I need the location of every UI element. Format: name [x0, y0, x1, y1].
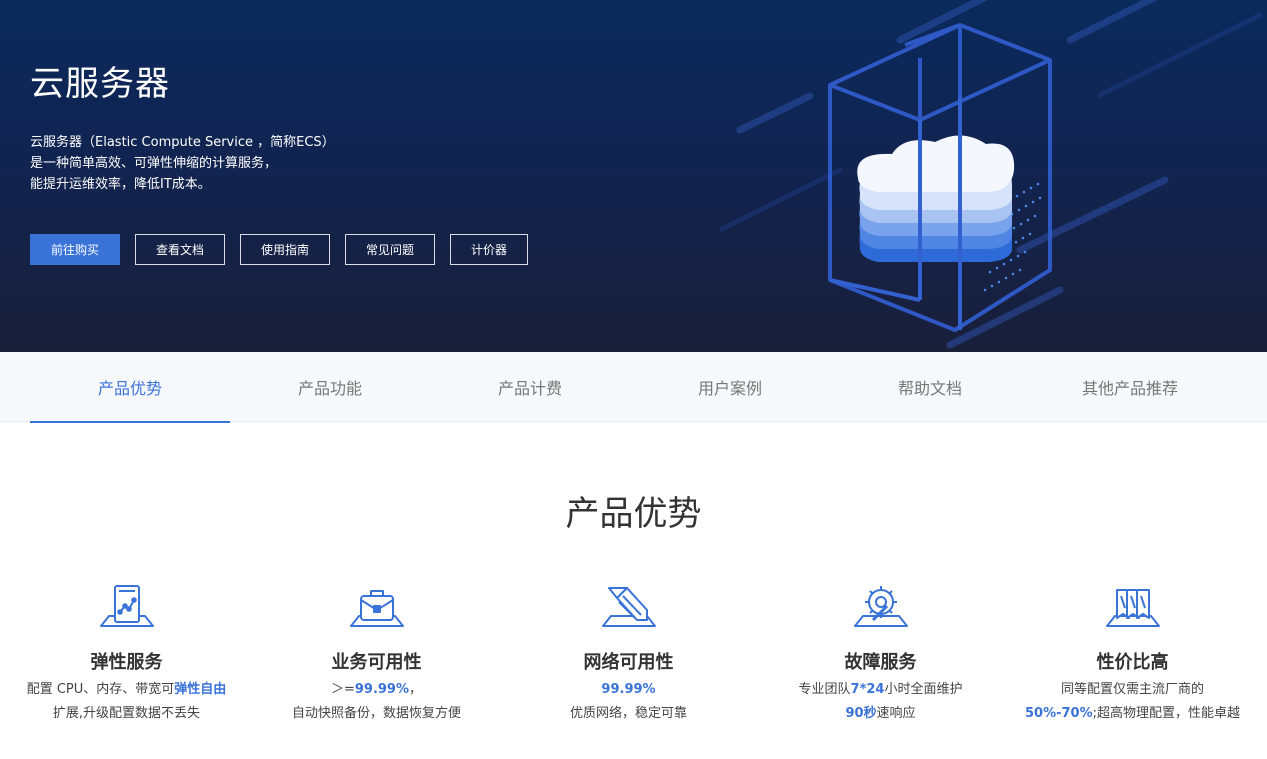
feature-desc-line: 50%-70%;超高物理配置，性能卓越	[1006, 706, 1259, 722]
feature-text: 优质网络，稳定可靠	[569, 706, 687, 721]
elastic-chart-icon	[99, 585, 154, 627]
feature-cost-effective: 性价比高 同等配置仅需主流厂商的 50%-70%;超高物理配置，性能卓越	[1006, 582, 1259, 722]
feature-desc-line: ＞=99.99%，	[250, 682, 503, 698]
user-guide-button[interactable]: 使用指南	[240, 234, 330, 265]
feature-title: 性价比高	[1096, 652, 1169, 673]
feature-text: 小时全面维护	[884, 682, 963, 697]
feature-text: ，	[409, 682, 423, 697]
feature-highlight: 弹性自由	[174, 682, 227, 697]
feature-text: 专业团队	[798, 682, 851, 697]
feature-elastic-service: 弹性服务 配置 CPU、内存、带宽可弹性自由 扩展,升级配置数据不丢失	[0, 582, 253, 722]
feature-highlight: 99.99%	[354, 682, 410, 697]
feature-text: ＞=	[330, 682, 355, 697]
briefcase-icon	[349, 590, 404, 627]
gear-wrench-icon	[853, 586, 908, 627]
feature-desc-line: 优质网络，稳定可靠	[502, 706, 755, 722]
feature-text: 同等配置仅需主流厂商的	[1060, 682, 1204, 697]
hero-desc-line: 能提升运维效率，降低IT成本。	[30, 177, 211, 192]
feature-desc-line: 配置 CPU、内存、带宽可弹性自由	[0, 682, 253, 698]
feature-highlight: 7*24	[850, 682, 885, 697]
feature-text: 扩展,升级配置数据不丢失	[52, 706, 201, 721]
feature-desc-line: 99.99%	[502, 682, 755, 698]
feature-text: 自动快照备份，数据恢复方便	[291, 706, 461, 721]
cloud-server-illustration	[720, 0, 1263, 349]
product-tabs: 产品优势 产品功能 产品计费 用户案例 帮助文档 其他产品推荐	[0, 352, 1267, 423]
feature-text: 配置 CPU、内存、带宽可	[26, 682, 175, 697]
feature-title: 故障服务	[844, 652, 917, 673]
price-calculator-button[interactable]: 计价器	[450, 234, 528, 265]
hero-desc-line: 是一种简单高效、可弹性伸缩的计算服务，	[30, 156, 278, 171]
tab-other-products[interactable]: 其他产品推荐	[1030, 352, 1230, 422]
feature-text: ;超高物理配置，性能卓越	[1092, 706, 1241, 721]
feature-network-availability: 网络可用性 99.99% 优质网络，稳定可靠	[502, 582, 755, 722]
feature-title: 网络可用性	[583, 652, 674, 673]
feature-highlight: 50%-70%	[1024, 706, 1093, 721]
hero-desc-line: 云服务器（Elastic Compute Service ，简称ECS）	[30, 135, 335, 150]
view-docs-button[interactable]: 查看文档	[135, 234, 225, 265]
feature-desc-line: 90秒速响应	[754, 706, 1007, 722]
page-title: 云服务器	[30, 64, 170, 104]
feature-business-availability: 业务可用性 ＞=99.99%， 自动快照备份，数据恢复方便	[250, 582, 503, 722]
hero-banner: 云服务器 云服务器（Elastic Compute Service ，简称ECS…	[0, 0, 1267, 352]
tab-product-billing[interactable]: 产品计费	[430, 352, 630, 422]
hero-description: 云服务器（Elastic Compute Service ，简称ECS） 是一种…	[30, 132, 490, 195]
feature-title: 业务可用性	[331, 652, 422, 673]
network-tool-icon	[601, 587, 656, 627]
feature-title: 弹性服务	[90, 652, 163, 673]
faq-button[interactable]: 常见问题	[345, 234, 435, 265]
tab-user-cases[interactable]: 用户案例	[630, 352, 830, 422]
feature-fault-service: 故障服务 专业团队7*24小时全面维护 90秒速响应	[754, 582, 1007, 722]
feature-desc-line: 专业团队7*24小时全面维护	[754, 682, 1007, 698]
feature-desc-line: 自动快照备份，数据恢复方便	[250, 706, 503, 722]
tab-product-advantages[interactable]: 产品优势	[30, 352, 230, 423]
tab-product-features[interactable]: 产品功能	[230, 352, 430, 422]
tab-help-docs[interactable]: 帮助文档	[830, 352, 1030, 422]
feature-desc-line: 同等配置仅需主流厂商的	[1006, 682, 1259, 698]
buy-now-button[interactable]: 前往购买	[30, 234, 120, 265]
hero-actions: 前往购买 查看文档 使用指南 常见问题 计价器	[30, 234, 543, 265]
feature-highlight: 99.99%	[601, 682, 656, 697]
section-title: 产品优势	[565, 494, 702, 534]
feature-desc-line: 扩展,升级配置数据不丢失	[0, 706, 253, 722]
value-cards-icon	[1105, 589, 1160, 627]
feature-text: 速响应	[876, 706, 916, 721]
feature-highlight: 90秒	[845, 706, 877, 721]
